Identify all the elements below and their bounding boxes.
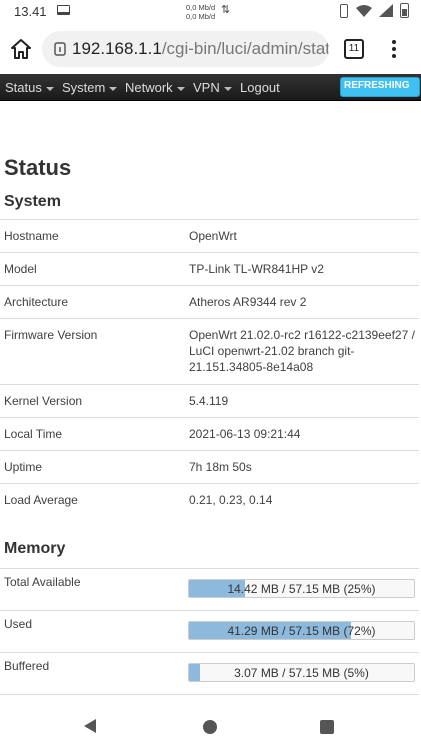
row-value: OpenWrt <box>185 219 419 253</box>
table-row: Local Time 2021-06-13 09:21:44 <box>0 417 419 451</box>
row-key: Total Available <box>0 568 184 611</box>
row-value: 0.21, 0.23, 0.14 <box>185 483 419 517</box>
table-row: Firmware Version OpenWrt 21.02.0-rc2 r16… <box>0 318 419 385</box>
table-row: Hostname OpenWrt <box>0 219 419 253</box>
progress-label: 41.29 MB / 57.15 MB (72%) <box>227 624 376 638</box>
home-icon[interactable] <box>10 38 32 60</box>
table-row: Buffered 3.07 MB / 57.15 MB (5%) <box>0 652 419 695</box>
menu-system-label: System <box>62 80 106 95</box>
row-key: Uptime <box>0 450 185 484</box>
menu-system[interactable]: System <box>62 80 118 95</box>
refresh-indicator[interactable]: REFRESHING <box>340 77 420 97</box>
caret-down-icon <box>109 86 118 91</box>
row-value-cell: 41.29 MB / 57.15 MB (72%) <box>184 610 419 653</box>
menu-status-label: Status <box>5 80 42 95</box>
data-transfer-icon: ⇅ <box>221 4 231 16</box>
row-key: Firmware Version <box>0 318 185 385</box>
table-row: Uptime 7h 18m 50s <box>0 450 419 484</box>
memory-table: Total Available 14.42 MB / 57.15 MB (25%… <box>0 568 419 715</box>
row-value: TP-Link TL-WR841HP v2 <box>185 252 419 286</box>
row-key: Hostname <box>0 219 185 253</box>
android-nav-bar <box>0 705 421 750</box>
table-row: Model TP-Link TL-WR841HP v2 <box>0 252 419 286</box>
recents-icon[interactable] <box>320 720 334 734</box>
menu-vpn-label: VPN <box>193 80 220 95</box>
table-row: Architecture Atheros AR9344 rev 2 <box>0 285 419 319</box>
row-value-cell: 14.42 MB / 57.15 MB (25%) <box>184 568 419 611</box>
tab-switcher-button[interactable]: 11 <box>344 39 364 59</box>
progress-bar: 14.42 MB / 57.15 MB (25%) <box>188 579 415 598</box>
net-down: 0,0 Mb/d <box>186 12 216 21</box>
vibrate-icon <box>337 4 349 18</box>
table-row: Load Average 0.21, 0.23, 0.14 <box>0 483 419 517</box>
network-speed: 0,0 Mb/d 0,0 Mb/d <box>186 3 215 21</box>
row-key: Used <box>0 610 184 653</box>
progress-label: 3.07 MB / 57.15 MB (5%) <box>234 666 369 680</box>
menu-logout[interactable]: Logout <box>240 80 280 95</box>
menu-vpn[interactable]: VPN <box>193 80 232 95</box>
menu-network-label: Network <box>125 80 173 95</box>
row-key: Model <box>0 252 185 286</box>
info-icon[interactable] <box>54 42 66 56</box>
table-row: Used 41.29 MB / 57.15 MB (72%) <box>0 610 419 653</box>
progress-bar: 3.07 MB / 57.15 MB (5%) <box>188 663 415 682</box>
url-path: /cgi-bin/luci/admin/status <box>161 39 329 58</box>
screen-cast-icon <box>57 5 70 15</box>
row-key: Local Time <box>0 417 185 451</box>
url-host: 192.168.1.1 <box>72 39 162 58</box>
row-value: 7h 18m 50s <box>185 450 419 484</box>
table-row: Total Available 14.42 MB / 57.15 MB (25%… <box>0 568 419 611</box>
more-vert-icon[interactable] <box>392 40 398 60</box>
signal-icon <box>379 4 393 17</box>
system-table: Hostname OpenWrt Model TP-Link TL-WR841H… <box>0 219 419 517</box>
net-up: 0,0 Mb/d <box>186 3 216 12</box>
memory-heading: Memory <box>4 540 66 557</box>
battery-icon <box>400 3 409 18</box>
system-icons <box>337 3 409 18</box>
row-key: Load Average <box>0 483 185 517</box>
progress-label: 14.42 MB / 57.15 MB (25%) <box>227 582 376 596</box>
progress-bar: 41.29 MB / 57.15 MB (72%) <box>188 621 415 640</box>
address-bar[interactable]: 192.168.1.1/cgi-bin/luci/admin/status <box>42 31 329 67</box>
row-key: Architecture <box>0 285 185 319</box>
menu-status[interactable]: Status <box>5 80 54 95</box>
row-value: 2021-06-13 09:21:44 <box>185 417 419 451</box>
url-text[interactable]: 192.168.1.1/cgi-bin/luci/admin/status <box>72 39 329 59</box>
caret-down-icon <box>223 86 232 91</box>
table-row: Kernel Version 5.4.119 <box>0 384 419 418</box>
back-icon[interactable] <box>84 719 96 733</box>
row-value-cell: 3.07 MB / 57.15 MB (5%) <box>184 652 419 695</box>
luci-menubar: Status System Network VPN Logout REFRESH… <box>0 74 421 101</box>
browser-toolbar: 192.168.1.1/cgi-bin/luci/admin/status 11 <box>0 24 421 74</box>
row-key: Kernel Version <box>0 384 185 418</box>
caret-down-icon <box>176 86 185 91</box>
home-circle-icon[interactable] <box>203 720 217 734</box>
caret-down-icon <box>45 86 54 91</box>
row-value: 5.4.119 <box>185 384 419 418</box>
clock: 13.41 <box>14 4 47 19</box>
page-title: Status <box>4 155 72 180</box>
system-heading: System <box>4 193 61 210</box>
row-value: OpenWrt 21.02.0-rc2 r16122-c2139eef27 / … <box>185 318 419 385</box>
row-key: Buffered <box>0 652 184 695</box>
menu-network[interactable]: Network <box>125 80 185 95</box>
row-value: Atheros AR9344 rev 2 <box>185 285 419 319</box>
android-status-bar: 13.41 0,0 Mb/d 0,0 Mb/d ⇅ <box>0 0 421 24</box>
wifi-icon <box>356 4 372 17</box>
